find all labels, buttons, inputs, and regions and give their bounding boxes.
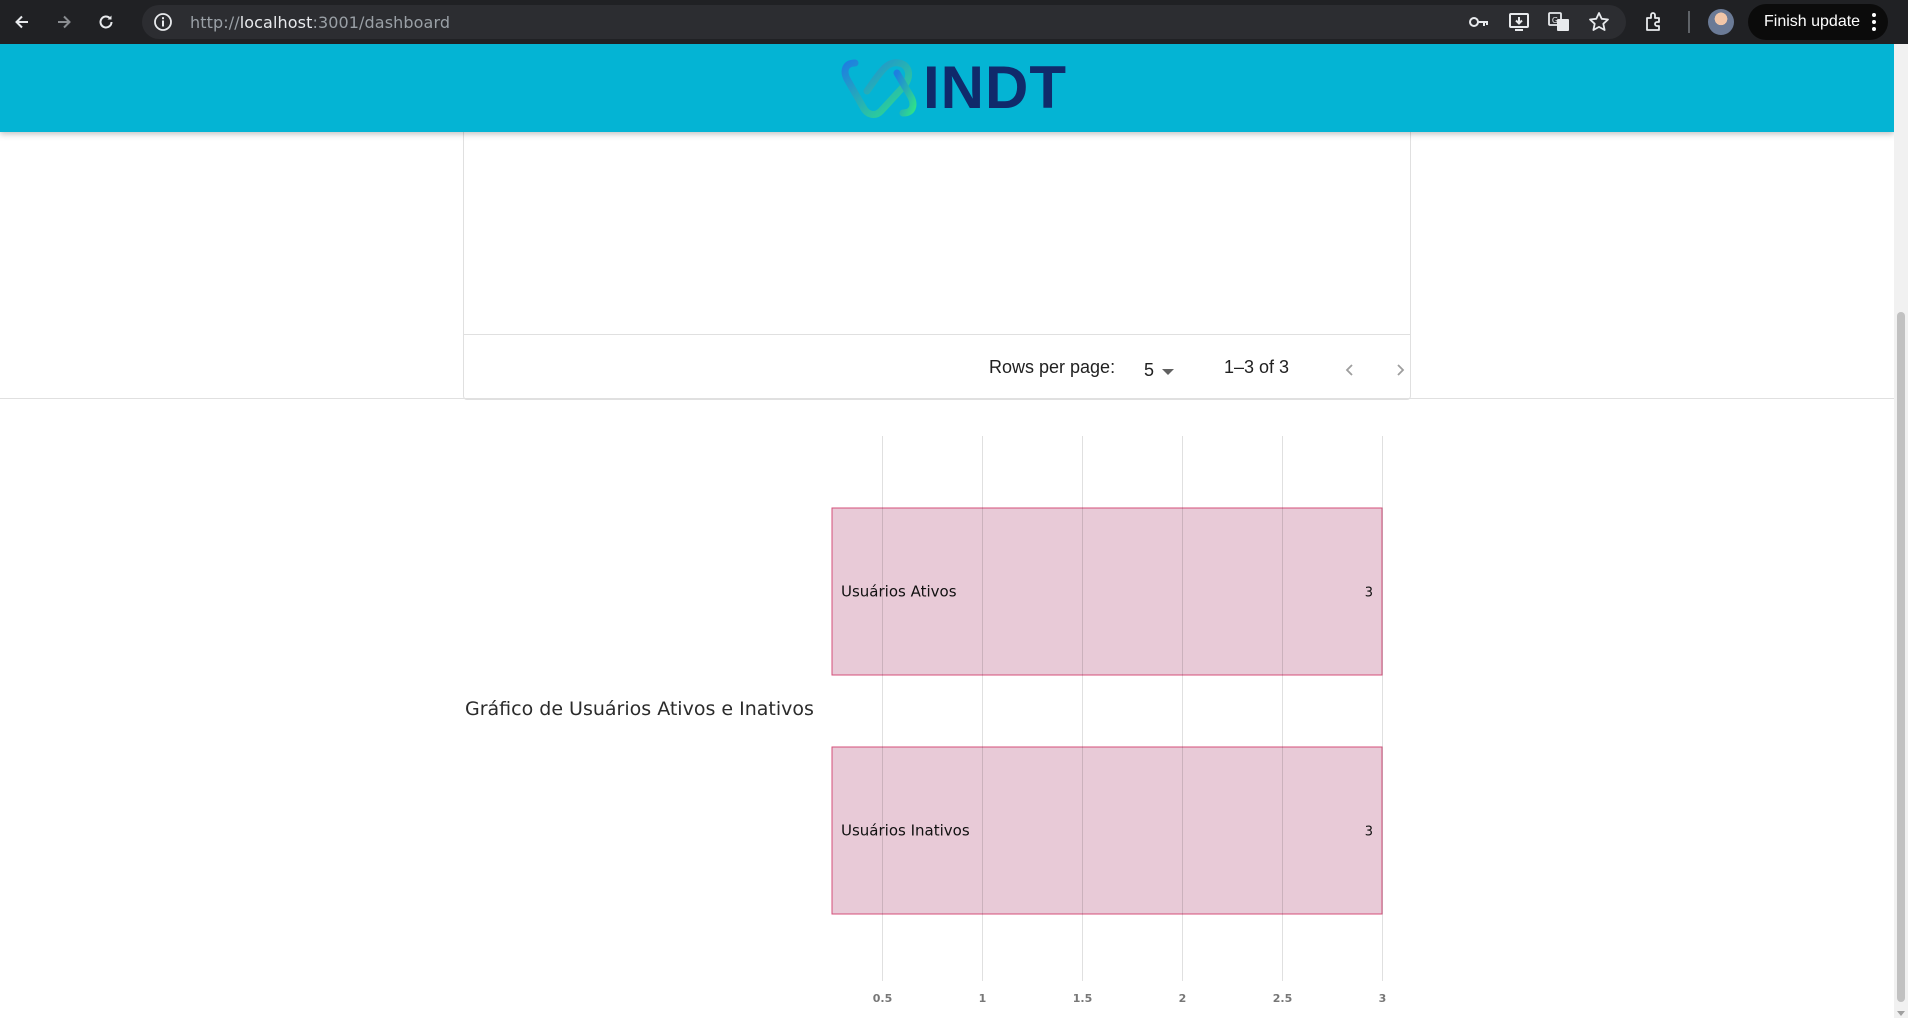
address-bar[interactable]: http://localhost:3001/dashboard G [142, 5, 1626, 39]
vertical-scrollbar[interactable] [1894, 44, 1908, 1018]
reload-icon[interactable] [86, 2, 126, 42]
bar-category-label-1: Usuários Inativos [841, 822, 970, 840]
extensions-icon[interactable] [1640, 7, 1670, 37]
app-header: INDT [0, 44, 1894, 132]
indt-logo: INDT [841, 55, 1067, 121]
bookmark-star-icon[interactable] [1586, 9, 1612, 35]
svg-text:G: G [1552, 16, 1558, 25]
url-scheme: http:// [190, 12, 240, 32]
menu-kebab-icon[interactable] [1872, 13, 1877, 31]
scrollbar-thumb[interactable] [1897, 312, 1905, 1002]
x-tick-label-2: 1.5 [1073, 992, 1093, 1005]
users-bar-chart: Usuários Ativos 3 Usuários Inativos 3 0.5 1 1.… [831, 436, 1387, 1005]
translate-icon[interactable]: G [1546, 9, 1572, 35]
forward-icon[interactable] [44, 2, 84, 42]
url-text[interactable]: http://localhost:3001/dashboard [190, 13, 450, 32]
finish-update-button[interactable]: Finish update [1748, 4, 1889, 40]
bar-value-label-1: 3 [1365, 825, 1373, 840]
url-path: :3001/dashboard [312, 12, 451, 32]
browser-toolbar: http://localhost:3001/dashboard G Finish… [0, 0, 1908, 44]
back-icon[interactable] [2, 2, 42, 42]
x-tick-label-4: 2.5 [1273, 992, 1293, 1005]
password-key-icon[interactable] [1466, 9, 1492, 35]
finish-update-label: Finish update [1764, 13, 1861, 30]
bar-category-label-0: Usuários Ativos [841, 583, 957, 601]
x-tick-label-0: 0.5 [873, 992, 893, 1005]
scroll-down-arrow-icon[interactable] [1897, 1011, 1905, 1016]
x-tick-label-3: 2 [1179, 992, 1187, 1005]
page-viewport: INDT Rows per page: 5 1–3 of 3 Gráfico d… [0, 44, 1894, 1018]
url-host: localhost [239, 12, 313, 32]
x-tick-label-5: 3 [1379, 992, 1387, 1005]
profile-avatar[interactable] [1708, 9, 1734, 35]
toolbar-separator [1688, 11, 1690, 33]
site-info-icon[interactable] [146, 5, 180, 39]
install-app-icon[interactable] [1506, 9, 1532, 35]
x-tick-label-1: 1 [979, 992, 987, 1005]
logo-text: INDT [923, 54, 1067, 121]
indt-logo-mark-icon [841, 59, 917, 118]
bar-value-label-0: 3 [1365, 586, 1373, 601]
